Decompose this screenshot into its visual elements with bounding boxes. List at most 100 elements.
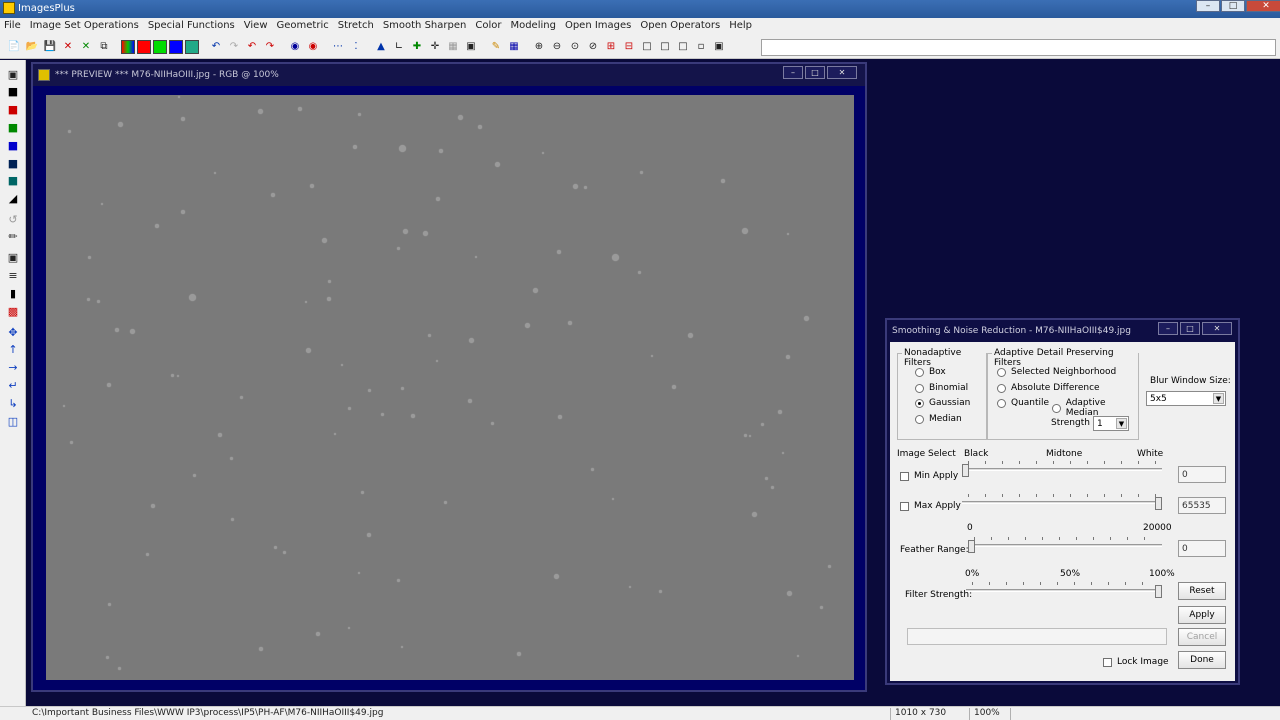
preview-maximize-icon[interactable]: □: [805, 66, 825, 79]
menu-stretch[interactable]: Stretch: [334, 18, 378, 36]
undo-icon[interactable]: ↶: [208, 39, 224, 55]
table-icon[interactable]: ▦: [445, 39, 461, 55]
max-apply-slider[interactable]: [962, 494, 1162, 510]
resize-icon[interactable]: ◫: [6, 415, 20, 429]
open-folder-icon[interactable]: 📂: [24, 39, 40, 55]
minimize-icon[interactable]: –: [1196, 0, 1220, 12]
red-channel-tool-icon[interactable]: ■: [6, 103, 20, 117]
radio-quantile[interactable]: Quantile: [997, 398, 1049, 408]
dialog-close-icon[interactable]: ✕: [1202, 322, 1232, 335]
menu-image-set-operations[interactable]: Image Set Operations: [26, 18, 143, 36]
red-channel-icon[interactable]: [137, 40, 151, 54]
add-box-icon[interactable]: ⊞: [603, 39, 619, 55]
cyan-tool-icon[interactable]: ■: [6, 174, 20, 188]
radio-absolute-difference[interactable]: Absolute Difference: [997, 383, 1100, 393]
filter-strength-slider[interactable]: [966, 582, 1162, 598]
rotate-left-icon[interactable]: ↵: [6, 379, 20, 393]
menu-smooth-sharpen[interactable]: Smooth Sharpen: [379, 18, 471, 36]
axis-icon[interactable]: ∟: [391, 39, 407, 55]
edit-tool-icon[interactable]: ✏: [6, 230, 20, 244]
save-icon[interactable]: 💾: [42, 39, 58, 55]
slider-thumb[interactable]: [1155, 585, 1162, 598]
slider-thumb[interactable]: [1155, 497, 1162, 510]
close-image-icon[interactable]: ✕: [60, 39, 76, 55]
radio-median[interactable]: Median: [915, 414, 962, 424]
menu-help[interactable]: Help: [725, 18, 756, 36]
feather-range-field[interactable]: 0: [1178, 540, 1226, 557]
record-icon[interactable]: ◉: [287, 39, 303, 55]
bar-tool-icon[interactable]: ▮: [6, 287, 20, 301]
new-file-icon[interactable]: 📄: [6, 39, 22, 55]
region-tool-icon[interactable]: ▩: [6, 305, 20, 319]
frame-2-icon[interactable]: □: [657, 39, 673, 55]
menu-view[interactable]: View: [240, 18, 272, 36]
slider-thumb[interactable]: [962, 464, 969, 477]
radio-selected-neighborhood[interactable]: Selected Neighborhood: [997, 367, 1116, 377]
redo-all-icon[interactable]: ↷: [262, 39, 278, 55]
slider-thumb[interactable]: [968, 540, 975, 553]
mask-tool-icon[interactable]: ◢: [6, 192, 20, 206]
menu-special-functions[interactable]: Special Functions: [144, 18, 239, 36]
preview-close-icon[interactable]: ✕: [827, 66, 857, 79]
arrow-up-icon[interactable]: ↑: [6, 343, 20, 357]
radio-gaussian[interactable]: Gaussian: [915, 398, 970, 408]
histogram-icon[interactable]: ▲: [373, 39, 389, 55]
strength-select[interactable]: 1 ▼: [1093, 416, 1129, 431]
remove-box-icon[interactable]: ⊟: [621, 39, 637, 55]
luminance-tool-icon[interactable]: ■: [6, 157, 20, 171]
blue-channel-tool-icon[interactable]: ■: [6, 139, 20, 153]
dialog-minimize-icon[interactable]: –: [1158, 322, 1178, 335]
zoom-actual-icon[interactable]: ⊘: [585, 39, 601, 55]
menu-modeling[interactable]: Modeling: [506, 18, 560, 36]
pencil-icon[interactable]: ✎: [488, 39, 504, 55]
green-channel-tool-icon[interactable]: ■: [6, 121, 20, 135]
crosshair-icon[interactable]: ✚: [409, 39, 425, 55]
redo-icon[interactable]: ↷: [226, 39, 242, 55]
frame-5-icon[interactable]: ▣: [711, 39, 727, 55]
zoom-out-icon[interactable]: ⊖: [549, 39, 565, 55]
frame-tool-icon[interactable]: ▣: [6, 251, 20, 265]
toolbar-text-field[interactable]: [761, 39, 1276, 56]
cross-icon[interactable]: ✛: [427, 39, 443, 55]
line-profile-icon[interactable]: ⋯: [330, 39, 346, 55]
zoom-fit-icon[interactable]: ⊙: [567, 39, 583, 55]
zoom-in-icon[interactable]: ⊕: [531, 39, 547, 55]
menu-color[interactable]: Color: [471, 18, 505, 36]
frame-1-icon[interactable]: □: [639, 39, 655, 55]
lock-image-checkbox[interactable]: Lock Image: [1103, 657, 1169, 667]
menu-open-operators[interactable]: Open Operators: [636, 18, 724, 36]
arrow-right-icon[interactable]: →: [6, 361, 20, 375]
apply-button[interactable]: Apply: [1178, 606, 1226, 624]
close-all-icon[interactable]: ✕: [78, 39, 94, 55]
min-apply-field[interactable]: 0: [1178, 466, 1226, 483]
radio-binomial[interactable]: Binomial: [915, 383, 968, 393]
preview-minimize-icon[interactable]: –: [783, 66, 803, 79]
max-apply-checkbox[interactable]: Max Apply: [900, 501, 961, 511]
done-button[interactable]: Done: [1178, 651, 1226, 669]
dialog-maximize-icon[interactable]: □: [1180, 322, 1200, 335]
min-apply-checkbox[interactable]: Min Apply: [900, 471, 958, 481]
frame-3-icon[interactable]: □: [675, 39, 691, 55]
disabled-tool-icon[interactable]: ↺: [6, 213, 20, 227]
feather-range-slider[interactable]: [968, 537, 1162, 553]
save-tool-icon[interactable]: ▣: [6, 68, 20, 82]
rgb-channel-icon[interactable]: [121, 40, 135, 54]
copy-icon[interactable]: ⧉: [96, 39, 112, 55]
menu-geometric[interactable]: Geometric: [273, 18, 333, 36]
image-preview-canvas[interactable]: [46, 95, 854, 680]
menu-file[interactable]: File: [0, 18, 25, 36]
radio-box[interactable]: Box: [915, 367, 946, 377]
blur-window-select[interactable]: 5x5 ▼: [1146, 391, 1226, 406]
radio-adaptive-median[interactable]: Adaptive Median: [1052, 398, 1138, 418]
min-apply-slider[interactable]: [962, 461, 1162, 477]
maximize-icon[interactable]: □: [1221, 0, 1245, 12]
grid-view-icon[interactable]: [185, 40, 199, 54]
reset-button[interactable]: Reset: [1178, 582, 1226, 600]
levels-tool-icon[interactable]: ≡: [6, 269, 20, 283]
playback-icon[interactable]: ◉: [305, 39, 321, 55]
frame-4-icon[interactable]: ▫: [693, 39, 709, 55]
black-square-icon[interactable]: ■: [6, 85, 20, 99]
cancel-button[interactable]: Cancel: [1178, 628, 1226, 646]
menu-open-images[interactable]: Open Images: [561, 18, 635, 36]
max-apply-field[interactable]: 65535: [1178, 497, 1226, 514]
